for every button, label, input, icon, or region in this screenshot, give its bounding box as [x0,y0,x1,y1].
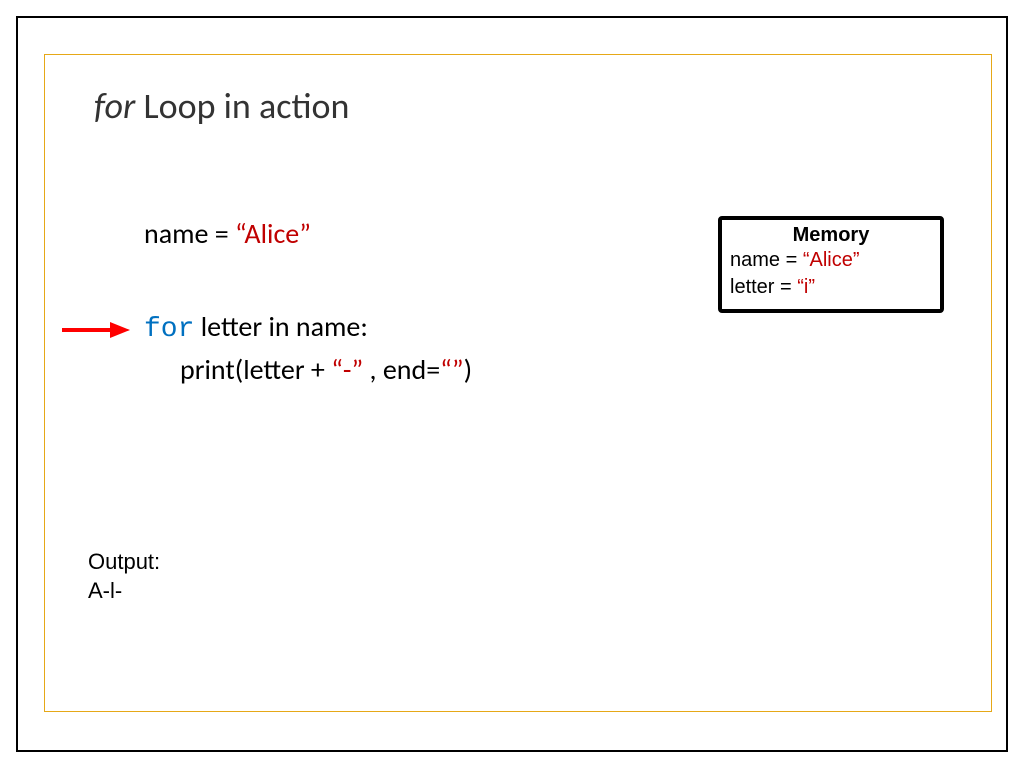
memory-box: Memory name = “Alice” letter = “i” [718,216,944,313]
memory-title: Memory [730,224,932,247]
output-label: Output: [88,548,160,577]
output-block: Output: A-l- [88,548,160,605]
slide-title: for Loop in action [94,84,349,128]
title-rest: Loop in action [135,84,349,128]
code-text: name = [144,216,235,251]
code-string: “-” [331,352,363,387]
code-text: , end= [363,352,440,387]
memory-line-1: name = “Alice” [730,247,932,274]
code-text: print(letter + [180,352,331,387]
code-text: letter in name: [194,309,367,344]
memory-text: name = [730,249,803,271]
memory-value: “i” [797,276,815,298]
code-line-1: name = “Alice” [144,214,472,255]
arrow-icon [60,320,132,345]
memory-line-2: letter = “i” [730,274,932,301]
code-keyword: for [144,314,194,345]
code-block: name = “Alice” for letter in name: print… [144,214,472,391]
code-line-3: print(letter + “-” , end=“”) [144,350,472,391]
output-value: A-l- [88,577,160,606]
memory-value: “Alice” [803,249,860,271]
code-line-2: for letter in name: [144,307,472,351]
memory-text: letter = [730,276,797,298]
code-string: “” [440,352,463,387]
code-text: ) [464,352,473,387]
title-keyword: for [94,84,135,128]
code-string: “Alice” [235,216,311,251]
